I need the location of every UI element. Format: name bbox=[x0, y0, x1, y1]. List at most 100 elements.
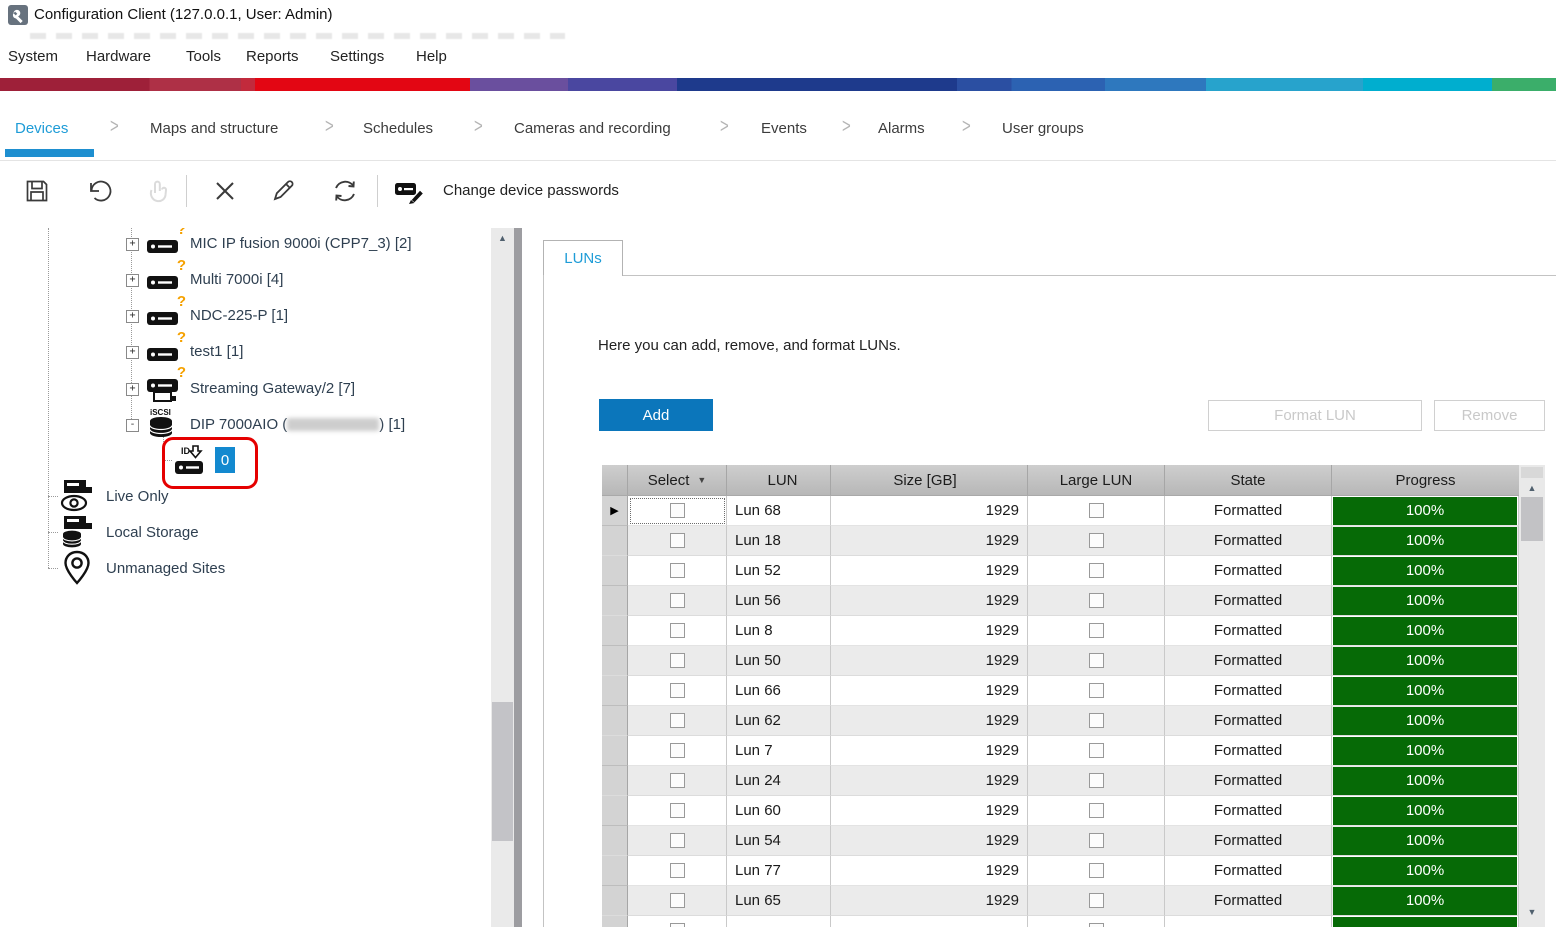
table-row[interactable]: ▶ Lun 62 1929 Formatted 100% bbox=[602, 706, 1519, 736]
row-indicator-cell[interactable]: ▶ bbox=[602, 526, 628, 556]
panel-splitter[interactable] bbox=[514, 228, 522, 927]
table-row[interactable]: ▶ Lun 8 1929 Formatted 100% bbox=[602, 616, 1519, 646]
tree-item-streaming-gateway[interactable]: ? Streaming Gateway/2 [7] bbox=[146, 370, 355, 406]
select-checkbox[interactable] bbox=[670, 593, 685, 608]
scroll-up-arrow[interactable]: ▲ bbox=[491, 231, 514, 245]
scroll-down-arrow[interactable]: ▼ bbox=[1519, 905, 1545, 919]
large-lun-checkbox[interactable] bbox=[1089, 503, 1104, 518]
row-indicator-cell[interactable]: ▶ bbox=[602, 856, 628, 886]
add-button[interactable]: Add bbox=[599, 399, 713, 431]
row-indicator-cell[interactable]: ▶ bbox=[602, 916, 628, 927]
tab-schedules[interactable]: Schedules bbox=[363, 120, 433, 137]
select-checkbox[interactable] bbox=[670, 503, 685, 518]
tree-expander-plus[interactable]: + bbox=[126, 238, 139, 251]
table-row[interactable]: ▶ Lun 54 1929 Formatted 100% bbox=[602, 826, 1519, 856]
large-lun-checkbox[interactable] bbox=[1089, 653, 1104, 668]
select-checkbox[interactable] bbox=[670, 833, 685, 848]
table-row[interactable]: ▶ bbox=[602, 916, 1519, 927]
select-checkbox[interactable] bbox=[670, 623, 685, 638]
select-checkbox[interactable] bbox=[670, 923, 685, 927]
row-indicator-cell[interactable]: ▶ bbox=[602, 826, 628, 856]
menu-system[interactable]: System bbox=[8, 48, 58, 65]
edit-button[interactable] bbox=[265, 173, 301, 209]
large-lun-checkbox[interactable] bbox=[1089, 833, 1104, 848]
tree-expander-plus[interactable]: + bbox=[126, 310, 139, 323]
menu-hardware[interactable]: Hardware bbox=[86, 48, 151, 65]
large-lun-checkbox[interactable] bbox=[1089, 803, 1104, 818]
select-checkbox[interactable] bbox=[670, 863, 685, 878]
row-indicator-cell[interactable]: ▶ bbox=[602, 706, 628, 736]
large-lun-checkbox[interactable] bbox=[1089, 533, 1104, 548]
change-device-passwords-label[interactable]: Change device passwords bbox=[443, 182, 619, 199]
large-lun-checkbox[interactable] bbox=[1089, 593, 1104, 608]
menu-settings[interactable]: Settings bbox=[330, 48, 384, 65]
menu-help[interactable]: Help bbox=[416, 48, 447, 65]
tree-item-unmanaged-sites[interactable]: Unmanaged Sites bbox=[58, 550, 225, 586]
undo-button[interactable] bbox=[81, 173, 117, 209]
row-indicator-cell[interactable]: ▶ bbox=[602, 766, 628, 796]
table-row[interactable]: ▶ Lun 68 1929 Formatted 100% bbox=[602, 496, 1519, 526]
scroll-up-arrow[interactable]: ▲ bbox=[1519, 481, 1545, 495]
table-row[interactable]: ▶ Lun 77 1929 Formatted 100% bbox=[602, 856, 1519, 886]
large-lun-checkbox[interactable] bbox=[1089, 713, 1104, 728]
table-row[interactable]: ▶ Lun 56 1929 Formatted 100% bbox=[602, 586, 1519, 616]
table-row[interactable]: ▶ Lun 66 1929 Formatted 100% bbox=[602, 676, 1519, 706]
column-header-select[interactable]: Select ▼ bbox=[628, 465, 727, 495]
tab-alarms[interactable]: Alarms bbox=[878, 120, 925, 137]
delete-button[interactable] bbox=[207, 173, 243, 209]
tree-expander-minus[interactable]: - bbox=[126, 419, 139, 432]
tab-cameras-and-recording[interactable]: Cameras and recording bbox=[514, 120, 671, 137]
select-checkbox[interactable] bbox=[670, 743, 685, 758]
large-lun-checkbox[interactable] bbox=[1089, 773, 1104, 788]
tab-luns[interactable]: LUNs bbox=[543, 240, 623, 276]
select-checkbox[interactable] bbox=[670, 803, 685, 818]
filter-dropdown-icon[interactable]: ▼ bbox=[697, 475, 706, 485]
table-row[interactable]: ▶ Lun 65 1929 Formatted 100% bbox=[602, 886, 1519, 916]
select-checkbox[interactable] bbox=[670, 533, 685, 548]
row-indicator-cell[interactable]: ▶ bbox=[602, 616, 628, 646]
row-indicator-cell[interactable]: ▶ bbox=[602, 586, 628, 616]
large-lun-checkbox[interactable] bbox=[1089, 863, 1104, 878]
select-checkbox[interactable] bbox=[670, 683, 685, 698]
large-lun-checkbox[interactable] bbox=[1089, 923, 1104, 927]
tab-events[interactable]: Events bbox=[761, 120, 807, 137]
select-checkbox[interactable] bbox=[670, 773, 685, 788]
row-indicator-cell[interactable]: ▶ bbox=[602, 676, 628, 706]
menu-reports[interactable]: Reports bbox=[246, 48, 299, 65]
tab-maps-and-structure[interactable]: Maps and structure bbox=[150, 120, 278, 137]
select-checkbox[interactable] bbox=[670, 563, 685, 578]
tree-item-test1[interactable]: ? test1 [1] bbox=[146, 333, 243, 369]
tree-expander-plus[interactable]: + bbox=[126, 346, 139, 359]
tree-item-live-only[interactable]: Live Only bbox=[58, 478, 169, 514]
table-scrollbar-thumb[interactable] bbox=[1521, 497, 1543, 541]
large-lun-checkbox[interactable] bbox=[1089, 893, 1104, 908]
table-row[interactable]: ▶ Lun 24 1929 Formatted 100% bbox=[602, 766, 1519, 796]
column-header-state[interactable]: State bbox=[1165, 465, 1332, 495]
select-checkbox[interactable] bbox=[670, 893, 685, 908]
tree-expander-plus[interactable]: + bbox=[126, 383, 139, 396]
save-button[interactable] bbox=[19, 173, 55, 209]
tree-item-local-storage[interactable]: Local Storage bbox=[58, 514, 199, 550]
large-lun-checkbox[interactable] bbox=[1089, 743, 1104, 758]
row-indicator-cell[interactable]: ▶ bbox=[602, 556, 628, 586]
change-device-passwords-button[interactable] bbox=[392, 173, 428, 209]
tree-expander-plus[interactable]: + bbox=[126, 274, 139, 287]
column-header-progress[interactable]: Progress bbox=[1332, 465, 1519, 495]
large-lun-checkbox[interactable] bbox=[1089, 563, 1104, 578]
column-header-size[interactable]: Size [GB] bbox=[831, 465, 1028, 495]
select-checkbox[interactable] bbox=[670, 713, 685, 728]
tree-item-ndc-225-p[interactable]: ? NDC-225-P [1] bbox=[146, 297, 288, 333]
row-indicator-cell[interactable]: ▶ bbox=[602, 496, 628, 526]
tab-user-groups[interactable]: User groups bbox=[1002, 120, 1084, 137]
column-header-large-lun[interactable]: Large LUN bbox=[1028, 465, 1165, 495]
table-row[interactable]: ▶ Lun 50 1929 Formatted 100% bbox=[602, 646, 1519, 676]
row-indicator-cell[interactable]: ▶ bbox=[602, 646, 628, 676]
table-row[interactable]: ▶ Lun 7 1929 Formatted 100% bbox=[602, 736, 1519, 766]
row-indicator-cell[interactable]: ▶ bbox=[602, 796, 628, 826]
large-lun-checkbox[interactable] bbox=[1089, 623, 1104, 638]
large-lun-checkbox[interactable] bbox=[1089, 683, 1104, 698]
refresh-button[interactable] bbox=[327, 173, 363, 209]
row-indicator-cell[interactable]: ▶ bbox=[602, 736, 628, 766]
table-row[interactable]: ▶ Lun 52 1929 Formatted 100% bbox=[602, 556, 1519, 586]
tree-item-multi-7000i[interactable]: ? Multi 7000i [4] bbox=[146, 261, 283, 297]
